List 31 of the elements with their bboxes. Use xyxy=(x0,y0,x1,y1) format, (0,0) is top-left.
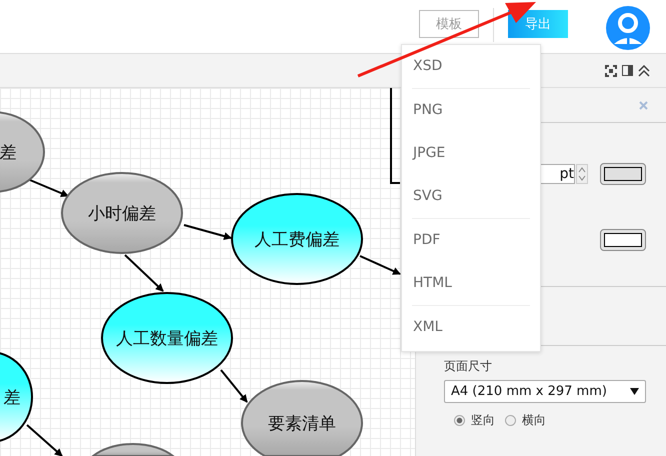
spinner-arrows-icon[interactable] xyxy=(576,164,588,184)
caret-icon xyxy=(630,388,639,395)
connector-arrow xyxy=(26,424,63,456)
node-label: 人工数量偏差 xyxy=(116,329,218,349)
connector-arrow xyxy=(360,255,401,275)
template-button[interactable]: 模板 xyxy=(419,10,479,38)
color-swatch-button[interactable] xyxy=(600,229,646,251)
page-size-label: 页面尺寸 xyxy=(444,358,493,375)
orientation-radio[interactable] xyxy=(505,415,516,426)
node-label: 人工费偏差 xyxy=(254,230,340,250)
fullscreen-icon[interactable] xyxy=(605,64,617,76)
node-label: 小时偏差 xyxy=(88,204,156,224)
orientation-radio[interactable] xyxy=(454,415,465,426)
radio-label: 横向 xyxy=(522,412,546,429)
panel-icon[interactable] xyxy=(622,64,633,76)
color-swatch-button[interactable] xyxy=(600,163,646,185)
connector-arrow xyxy=(124,254,164,292)
connector-arrow xyxy=(220,369,248,403)
node-label: 差 xyxy=(4,388,20,408)
menu-item[interactable]: HTML xyxy=(402,262,540,305)
page-size-select[interactable]: A4 (210 mm x 297 mm) xyxy=(444,380,646,403)
connector-arrow xyxy=(184,224,232,240)
menu-item[interactable]: XML xyxy=(402,306,540,349)
double-chevron-up-icon[interactable] xyxy=(638,64,650,76)
node-label: 要素清单 xyxy=(268,414,336,434)
menu-item[interactable]: PDF xyxy=(402,219,540,262)
node-label: 差 xyxy=(0,143,16,163)
menu-item[interactable]: PNG xyxy=(402,89,540,132)
menu-item[interactable]: XSD xyxy=(402,45,540,88)
user-avatar-icon[interactable] xyxy=(606,6,650,50)
radio-label: 竖向 xyxy=(471,412,495,429)
